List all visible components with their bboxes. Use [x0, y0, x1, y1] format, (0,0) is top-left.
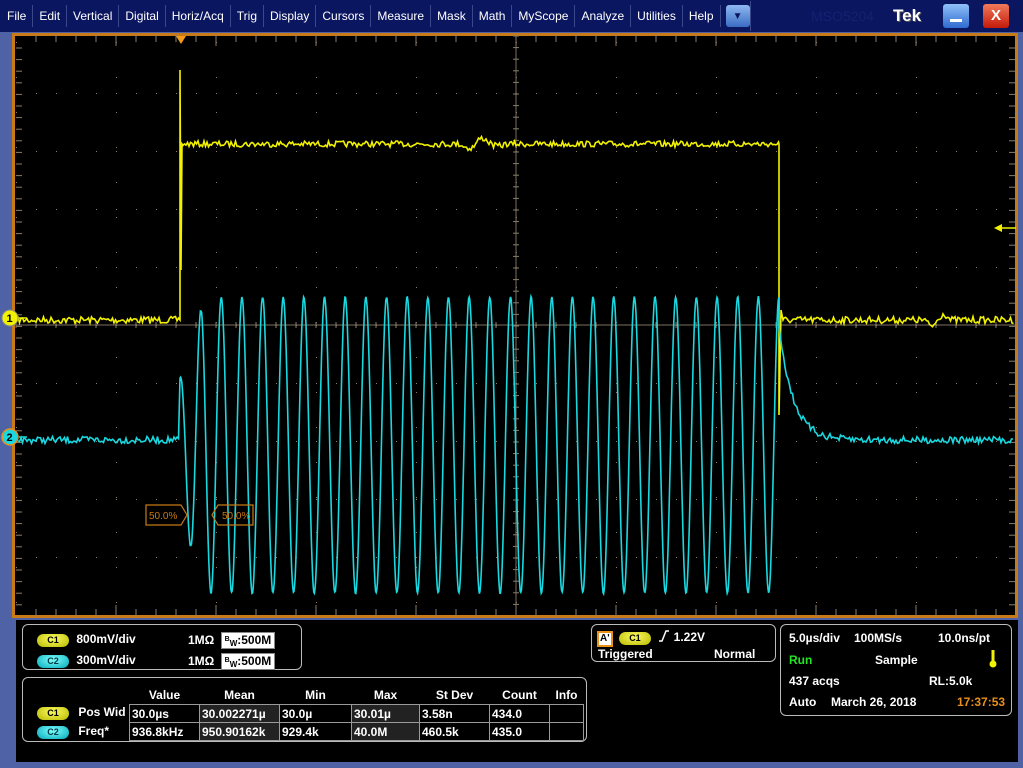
- acquisition-readout-panel[interactable]: 5.0µs/div 100MS/s 10.0ns/pt Run Sample 4…: [780, 624, 1012, 716]
- ch2-badge[interactable]: C2: [37, 655, 69, 668]
- trigger-mode: Normal: [714, 647, 756, 661]
- resolution: 10.0ns/pt: [938, 631, 991, 645]
- meas-row1-name: Pos Wid: [78, 705, 126, 719]
- ref-marker-left-label: 50.0%: [149, 511, 177, 522]
- record-length: RL:5.0k: [929, 674, 973, 688]
- grid: [15, 35, 1017, 616]
- cell-info: [549, 704, 584, 723]
- ch1-marker-label: 1: [7, 313, 13, 325]
- trigger-readout-panel[interactable]: A' C1 1.22V Triggered Normal: [591, 624, 776, 662]
- cell-min: 30.0µ: [279, 704, 352, 723]
- cell-value: 936.8kHz: [129, 722, 200, 741]
- ch2-marker-label: 2: [7, 432, 13, 444]
- run-state: Run: [789, 653, 813, 667]
- ch2-bandwidth: BW:500M: [220, 653, 276, 670]
- measurement-table: Value Mean Min Max St Dev Count Info 30.…: [129, 686, 584, 741]
- col-stdev: St Dev: [435, 688, 474, 702]
- graticule: 50.0% 50.0% 1 2: [1, 35, 1017, 616]
- ch1-marker[interactable]: 1: [1, 309, 27, 327]
- cell-count: 435.0: [489, 722, 550, 741]
- cell-mean: 950.90162k: [199, 722, 280, 741]
- acq-mode: Sample: [875, 653, 918, 667]
- ref-marker-right: 50.0%: [211, 504, 254, 526]
- ch1-badge[interactable]: C1: [37, 634, 69, 647]
- measurement-panel[interactable]: C1 Pos Wid C2 Freq* Value Mean Min Max S…: [22, 677, 587, 742]
- timebase: 5.0µs/div: [789, 631, 840, 645]
- table-row[interactable]: 936.8kHz 950.90162k 929.4k 40.0M 460.5k …: [129, 722, 584, 741]
- meas-row2-source-badge: C2: [37, 726, 69, 739]
- ref-marker-right-label: 50.0%: [222, 511, 250, 522]
- ch2-scale: 300mV/div: [76, 653, 136, 667]
- cell-stdev: 3.58n: [419, 704, 490, 723]
- meas-row2-name: Freq*: [78, 724, 110, 738]
- col-mean: Mean: [224, 688, 255, 702]
- col-count: Count: [502, 688, 537, 702]
- ch1-bandwidth: BW:500M: [220, 632, 276, 649]
- trigger-auto-mode: Auto: [789, 695, 817, 709]
- channel-readout-panel[interactable]: C1 800mV/div 1MΩ BW:500M C2 300mV/div 1M…: [22, 624, 302, 670]
- measurement-header-row: Value Mean Min Max St Dev Count Info: [130, 686, 584, 705]
- trigger-source-badge: C1: [618, 632, 651, 645]
- rising-edge-icon: [658, 630, 673, 644]
- sample-rate: 100MS/s: [854, 631, 903, 645]
- acq-time: 17:37:53: [957, 695, 1006, 709]
- trigger-ref-badge: A': [597, 631, 613, 647]
- readout-area: C1 800mV/div 1MΩ BW:500M C2 300mV/div 1M…: [16, 620, 1018, 762]
- ch1-scale: 800mV/div: [76, 632, 136, 646]
- col-info: Info: [555, 688, 578, 702]
- acq-date: March 26, 2018: [831, 695, 917, 709]
- ref-marker-left: 50.0%: [145, 504, 188, 526]
- cell-info: [549, 722, 584, 741]
- trigger-position-icon[interactable]: [176, 36, 186, 44]
- col-value: Value: [148, 688, 181, 702]
- cell-count: 434.0: [489, 704, 550, 723]
- table-row[interactable]: 30.0µs 30.002271µ 30.0µ 30.01µ 3.58n 434…: [129, 704, 584, 723]
- trigger-level: 1.22V: [673, 630, 705, 644]
- cell-value: 30.0µs: [129, 704, 200, 723]
- thermometer-icon: [989, 650, 997, 671]
- col-max: Max: [373, 688, 398, 702]
- cell-mean: 30.002271µ: [199, 704, 280, 723]
- acq-count: 437 acqs: [789, 674, 840, 688]
- trigger-state: Triggered: [598, 647, 653, 661]
- trigger-level-icon[interactable]: [994, 224, 1016, 232]
- ch2-impedance: 1MΩ: [188, 654, 215, 668]
- cell-stdev: 460.5k: [419, 722, 490, 741]
- cell-min: 929.4k: [279, 722, 352, 741]
- ch1-impedance: 1MΩ: [188, 633, 215, 647]
- col-min: Min: [305, 688, 326, 702]
- cell-max: 40.0M: [351, 722, 420, 741]
- meas-row1-source-badge: C1: [37, 707, 69, 720]
- cell-max: 30.01µ: [351, 704, 420, 723]
